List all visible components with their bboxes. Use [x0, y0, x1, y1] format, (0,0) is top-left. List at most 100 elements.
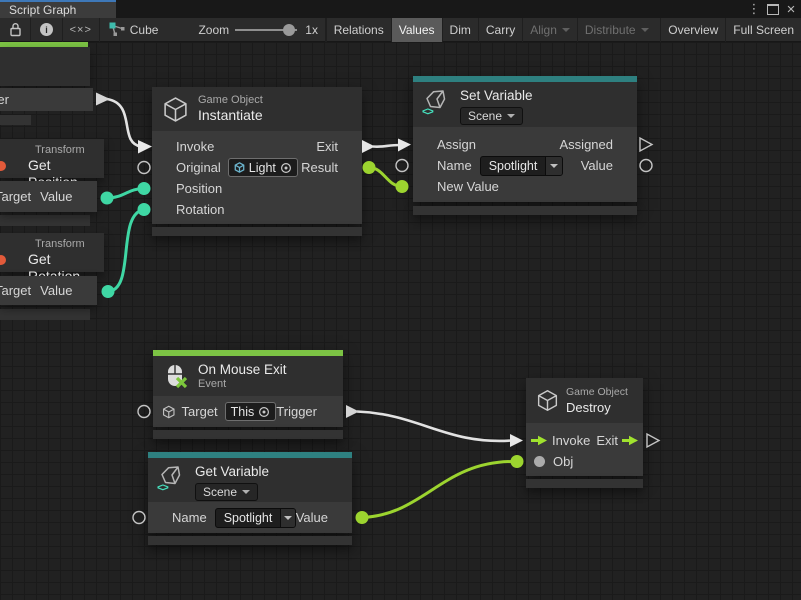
- target-port-label: Target: [0, 283, 31, 298]
- node-port-row: Trigger: [0, 88, 93, 111]
- variable-scope-dropdown[interactable]: Scene: [460, 107, 523, 125]
- unity-variables-icon: <>: [158, 463, 186, 493]
- rotation-port-label: Rotation: [176, 202, 224, 217]
- object-picker-icon[interactable]: [258, 406, 270, 418]
- window-menu-icon[interactable]: ⋮: [746, 0, 762, 18]
- graph-breadcrumb[interactable]: Cube: [102, 18, 166, 42]
- zoom-slider-handle[interactable]: [283, 24, 295, 36]
- tab-label: Script Graph: [9, 3, 76, 17]
- node-category: Transform: [28, 238, 104, 251]
- node-footer: [0, 215, 90, 226]
- node-port-row: Target Value: [0, 276, 97, 305]
- close-icon[interactable]: ×: [783, 0, 799, 18]
- chevron-down-icon: [507, 114, 515, 118]
- object-picker-icon[interactable]: [280, 162, 292, 174]
- destroy-node[interactable]: Game Object Destroy Invoke Exit Obj: [526, 378, 643, 488]
- variable-scope-dropdown[interactable]: Scene: [195, 483, 258, 501]
- gameobject-icon: [162, 405, 176, 419]
- toolbar-button-values[interactable]: Values: [391, 18, 442, 42]
- info-icon: i: [40, 23, 53, 36]
- invoke-port-label: Invoke: [176, 139, 214, 154]
- toolbar-button-overview[interactable]: Overview: [660, 18, 725, 42]
- graph-canvas[interactable]: [0, 42, 801, 600]
- obj-port-label: Obj: [553, 454, 573, 469]
- dropdown-arrow-button[interactable]: [545, 157, 562, 175]
- toolbar-button-align: Align: [522, 18, 577, 42]
- instantiate-node[interactable]: Game Object Instantiate Invoke Exit Orig…: [152, 87, 362, 236]
- port-row-original-result: Original Light Result: [152, 157, 362, 178]
- port-row-name-value: Name Spotlight Value: [148, 506, 352, 529]
- object-field-this[interactable]: This: [225, 402, 277, 421]
- exit-port-label: Exit: [316, 139, 338, 154]
- new-value-port-label: New Value: [437, 179, 499, 194]
- lock-button[interactable]: [0, 18, 31, 42]
- distribute-label: Distribute: [585, 23, 636, 37]
- port-row-invoke-exit: Invoke Exit: [526, 430, 643, 451]
- trigger-port-label: Trigger: [276, 404, 317, 419]
- transform-icon: [0, 255, 6, 265]
- name-port-label: Name: [172, 510, 207, 525]
- obj-port-dot-icon[interactable]: [534, 456, 545, 467]
- original-port-label: Original: [176, 160, 221, 175]
- node-footer: [152, 227, 362, 236]
- get-variable-node[interactable]: <> Get Variable Scene Name Spotlight Val…: [148, 452, 352, 545]
- code-view-button[interactable]: <×>: [63, 18, 100, 42]
- get-position-node[interactable]: Transform Get Position Target Value: [0, 139, 110, 226]
- tab-script-graph[interactable]: Script Graph: [0, 0, 116, 18]
- node-subtitle: Event: [198, 378, 287, 391]
- port-row-invoke-exit: Invoke Exit: [152, 136, 362, 157]
- toolbar-button-dim[interactable]: Dim: [442, 18, 478, 42]
- object-field-value: Light: [249, 161, 276, 175]
- target-port-label: Target: [182, 404, 218, 419]
- invoke-port-label: Invoke: [552, 433, 590, 448]
- maximize-icon[interactable]: [765, 0, 781, 18]
- toolbar-button-fullscreen[interactable]: Full Screen: [725, 18, 801, 42]
- node-footer: [413, 206, 637, 215]
- mouse-exit-icon: [163, 363, 189, 389]
- exit-port-label: Exit: [596, 433, 618, 448]
- value-port-label: Value: [581, 158, 613, 173]
- toolbar-button-carry[interactable]: Carry: [478, 18, 522, 42]
- port-row-assign: Assign Assigned: [413, 134, 637, 155]
- toolbar-button-relations[interactable]: Relations: [326, 18, 391, 42]
- node-header: Transform Get Rotation: [0, 233, 104, 272]
- node-footer: [153, 430, 343, 439]
- trigger-port-label: Trigger: [0, 92, 9, 107]
- node-footer: [0, 309, 90, 320]
- node-footer: [148, 536, 352, 545]
- gameobject-icon: [234, 162, 245, 173]
- value-port-label: Value: [296, 510, 328, 525]
- node-title: Set Variable: [460, 87, 533, 104]
- assign-port-label: Assign: [437, 137, 476, 152]
- cube-icon: [162, 96, 189, 123]
- maximize-glyph: [767, 4, 779, 15]
- info-button[interactable]: i: [31, 18, 62, 42]
- variable-name-dropdown[interactable]: Spotlight: [480, 156, 564, 176]
- dropdown-arrow-button[interactable]: [280, 509, 294, 527]
- node-header: Transform Get Position: [0, 139, 104, 178]
- object-field-value: This: [231, 405, 255, 419]
- port-row-obj: Obj: [526, 451, 643, 472]
- code-icon: <×>: [70, 24, 92, 36]
- on-mouse-exit-node[interactable]: On Mouse Exit Event Target This Trigger: [153, 350, 343, 439]
- object-field-light[interactable]: Light: [228, 158, 298, 177]
- zoom-slider[interactable]: [235, 29, 297, 31]
- graph-icon: [109, 22, 125, 37]
- tab-bar: Script Graph ⋮ ×: [0, 0, 801, 18]
- result-port-label: Result: [301, 160, 338, 175]
- position-port-label: Position: [176, 181, 222, 196]
- value-port-label: Value: [40, 283, 72, 298]
- set-variable-node[interactable]: <> Set Variable Scene Assign Assigned Na…: [413, 76, 637, 215]
- node-category: Transform: [28, 144, 104, 157]
- variable-name-dropdown[interactable]: Spotlight: [215, 508, 296, 528]
- unity-variables-icon: <>: [423, 87, 451, 117]
- flow-arrow-icon[interactable]: [531, 435, 547, 446]
- zoom-label: Zoom: [191, 18, 229, 42]
- flow-arrow-icon[interactable]: [622, 435, 638, 446]
- node-category: Game Object: [198, 94, 263, 107]
- get-rotation-node[interactable]: Transform Get Rotation Target Value: [0, 233, 110, 320]
- angle-brackets-icon: <>: [422, 106, 433, 118]
- clipped-event-node[interactable]: Trigger: [0, 42, 95, 130]
- node-port-row: Target Value: [0, 181, 97, 212]
- chevron-down-icon: [242, 490, 250, 494]
